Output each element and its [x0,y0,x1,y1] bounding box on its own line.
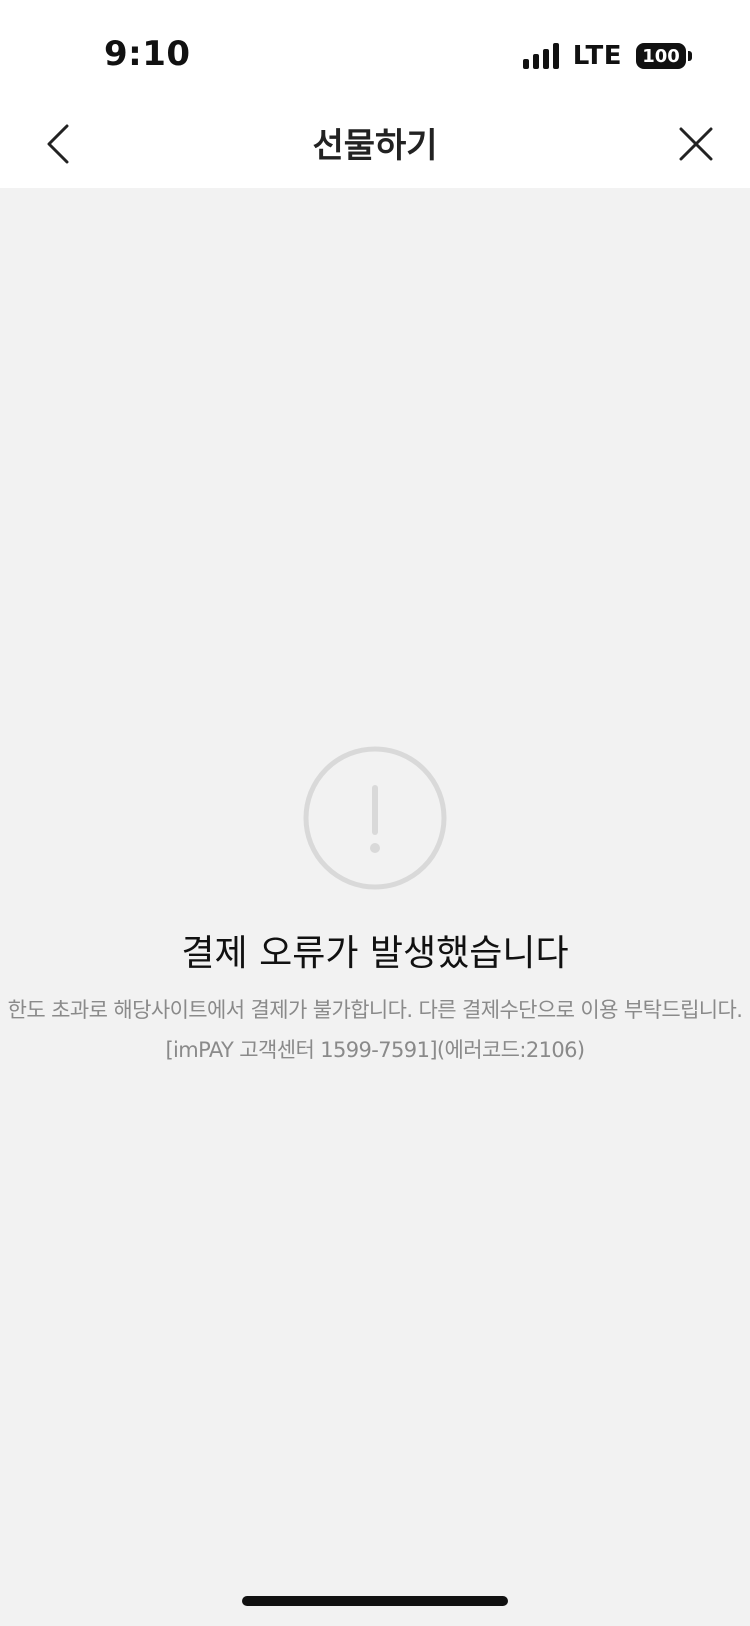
status-time: 9:10 [104,34,191,74]
close-icon [679,127,713,161]
close-button[interactable] [668,116,724,172]
content-area: 결제 오류가 발생했습니다 한도 초과로 해당사이트에서 결제가 불가합니다. … [0,188,750,1626]
signal-icon [522,43,559,69]
battery-icon: 100 [636,43,692,69]
error-support-info: [imPAY 고객센터 1599-7591](에러코드:2106) [165,1038,585,1062]
error-message: 한도 초과로 해당사이트에서 결제가 불가합니다. 다른 결제수단으로 이용 부… [7,998,743,1022]
battery-level: 100 [636,43,686,69]
nav-bar: 선물하기 [0,100,750,188]
status-indicators: LTE 100 [522,38,692,74]
status-bar: 9:10 LTE 100 [0,0,750,100]
battery-tip [688,51,692,61]
page-title: 선물하기 [312,126,438,166]
home-indicator[interactable] [242,1596,508,1606]
error-title: 결제 오류가 발생했습니다 [181,933,569,974]
network-label: LTE [572,41,622,71]
exclamation-circle-icon [303,746,447,890]
